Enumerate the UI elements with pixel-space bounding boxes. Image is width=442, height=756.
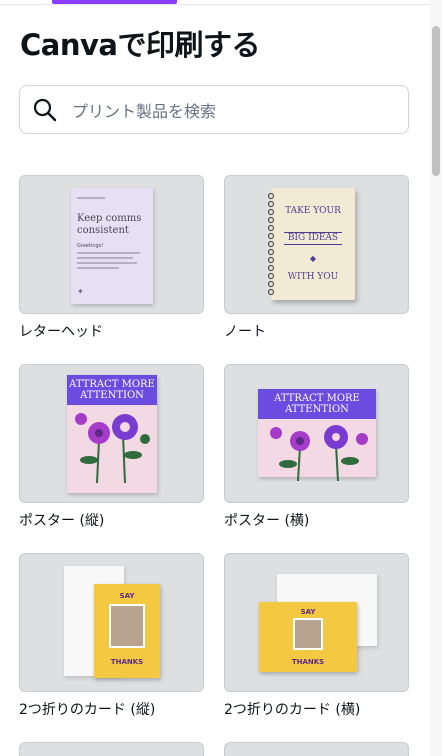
- notebook-line2: BIG IDEAS: [283, 232, 343, 245]
- notebook-line3: WITH YOU: [287, 272, 339, 282]
- scrollbar[interactable]: [430, 0, 442, 756]
- notebook-preview: TAKE YOUR BIG IDEAS ◆ WITH YOU: [267, 188, 355, 300]
- poster-headline: ATTRACT MORE ATTENTION: [67, 375, 157, 405]
- product-card-partial[interactable]: [19, 742, 204, 756]
- card-photo: [109, 604, 145, 648]
- scrollbar-thumb[interactable]: [432, 26, 440, 176]
- card-top-text: SAY: [119, 592, 135, 600]
- card-vertical-preview: SAY THANKS: [94, 584, 160, 678]
- poster-vertical-thumbnail[interactable]: ATTRACT MORE ATTENTION: [19, 364, 204, 503]
- product-card-folded-vertical[interactable]: SAY THANKS 2つ折りのカード (縦): [19, 553, 204, 720]
- card-bottom-text: THANKS: [291, 658, 325, 666]
- letterhead-greeting: Greetings!: [77, 243, 104, 249]
- card-top-text: SAY: [300, 608, 316, 616]
- notebook-thumbnail[interactable]: TAKE YOUR BIG IDEAS ◆ WITH YOU: [224, 175, 409, 314]
- flower-illustration-icon: [270, 425, 368, 482]
- product-card-notebook[interactable]: TAKE YOUR BIG IDEAS ◆ WITH YOU ノート: [224, 175, 409, 342]
- poster-horizontal-preview: ATTRACT MORE ATTENTION: [258, 389, 376, 482]
- poster-headline: ATTRACT MORE ATTENTION: [258, 389, 376, 419]
- star-icon: ◆: [309, 254, 317, 263]
- product-label: ノート: [224, 324, 266, 340]
- tab-bar: [0, 0, 430, 5]
- notebook-line1: TAKE YOUR: [285, 206, 341, 216]
- product-card-partial[interactable]: [224, 742, 409, 756]
- product-card-letterhead[interactable]: Keep comms consistent Greetings! ✦ レターヘッ…: [19, 175, 204, 342]
- flower-illustration-icon: [75, 413, 150, 484]
- product-label: 2つ折りのカード (横): [224, 702, 361, 718]
- product-card-poster-vertical[interactable]: ATTRACT MORE ATTENTION ポスター (縦): [19, 364, 204, 531]
- search-box[interactable]: プリント製品を検索: [19, 85, 409, 134]
- poster-horizontal-thumbnail[interactable]: ATTRACT MORE ATTENTION: [224, 364, 409, 503]
- search-input[interactable]: プリント製品を検索: [72, 98, 216, 122]
- active-tab-indicator: [52, 0, 177, 4]
- search-icon: [33, 98, 57, 121]
- product-card-poster-horizontal[interactable]: ATTRACT MORE ATTENTION ポスター (横): [224, 364, 409, 531]
- product-label: 2つ折りのカード (縦): [19, 702, 156, 718]
- product-card-folded-horizontal[interactable]: SAY THANKS 2つ折りのカード (横): [224, 553, 409, 720]
- folded-card-horizontal-thumbnail[interactable]: SAY THANKS: [224, 553, 409, 692]
- folded-card-vertical-thumbnail[interactable]: SAY THANKS: [19, 553, 204, 692]
- sparkle-icon: ✦: [77, 287, 84, 296]
- letterhead-preview: Keep comms consistent Greetings! ✦: [71, 188, 153, 304]
- poster-vertical-preview: ATTRACT MORE ATTENTION: [67, 375, 157, 493]
- card-bottom-text: THANKS: [110, 658, 144, 666]
- product-label: レターヘッド: [19, 324, 103, 340]
- card-photo: [293, 618, 323, 650]
- letterhead-thumbnail[interactable]: Keep comms consistent Greetings! ✦: [19, 175, 204, 314]
- card-horizontal-preview: SAY THANKS: [259, 602, 357, 672]
- product-label: ポスター (縦): [19, 513, 105, 529]
- page-title: Canvaで印刷する: [20, 28, 260, 62]
- product-label: ポスター (横): [224, 513, 310, 529]
- letterhead-headline: Keep comms consistent: [77, 213, 142, 236]
